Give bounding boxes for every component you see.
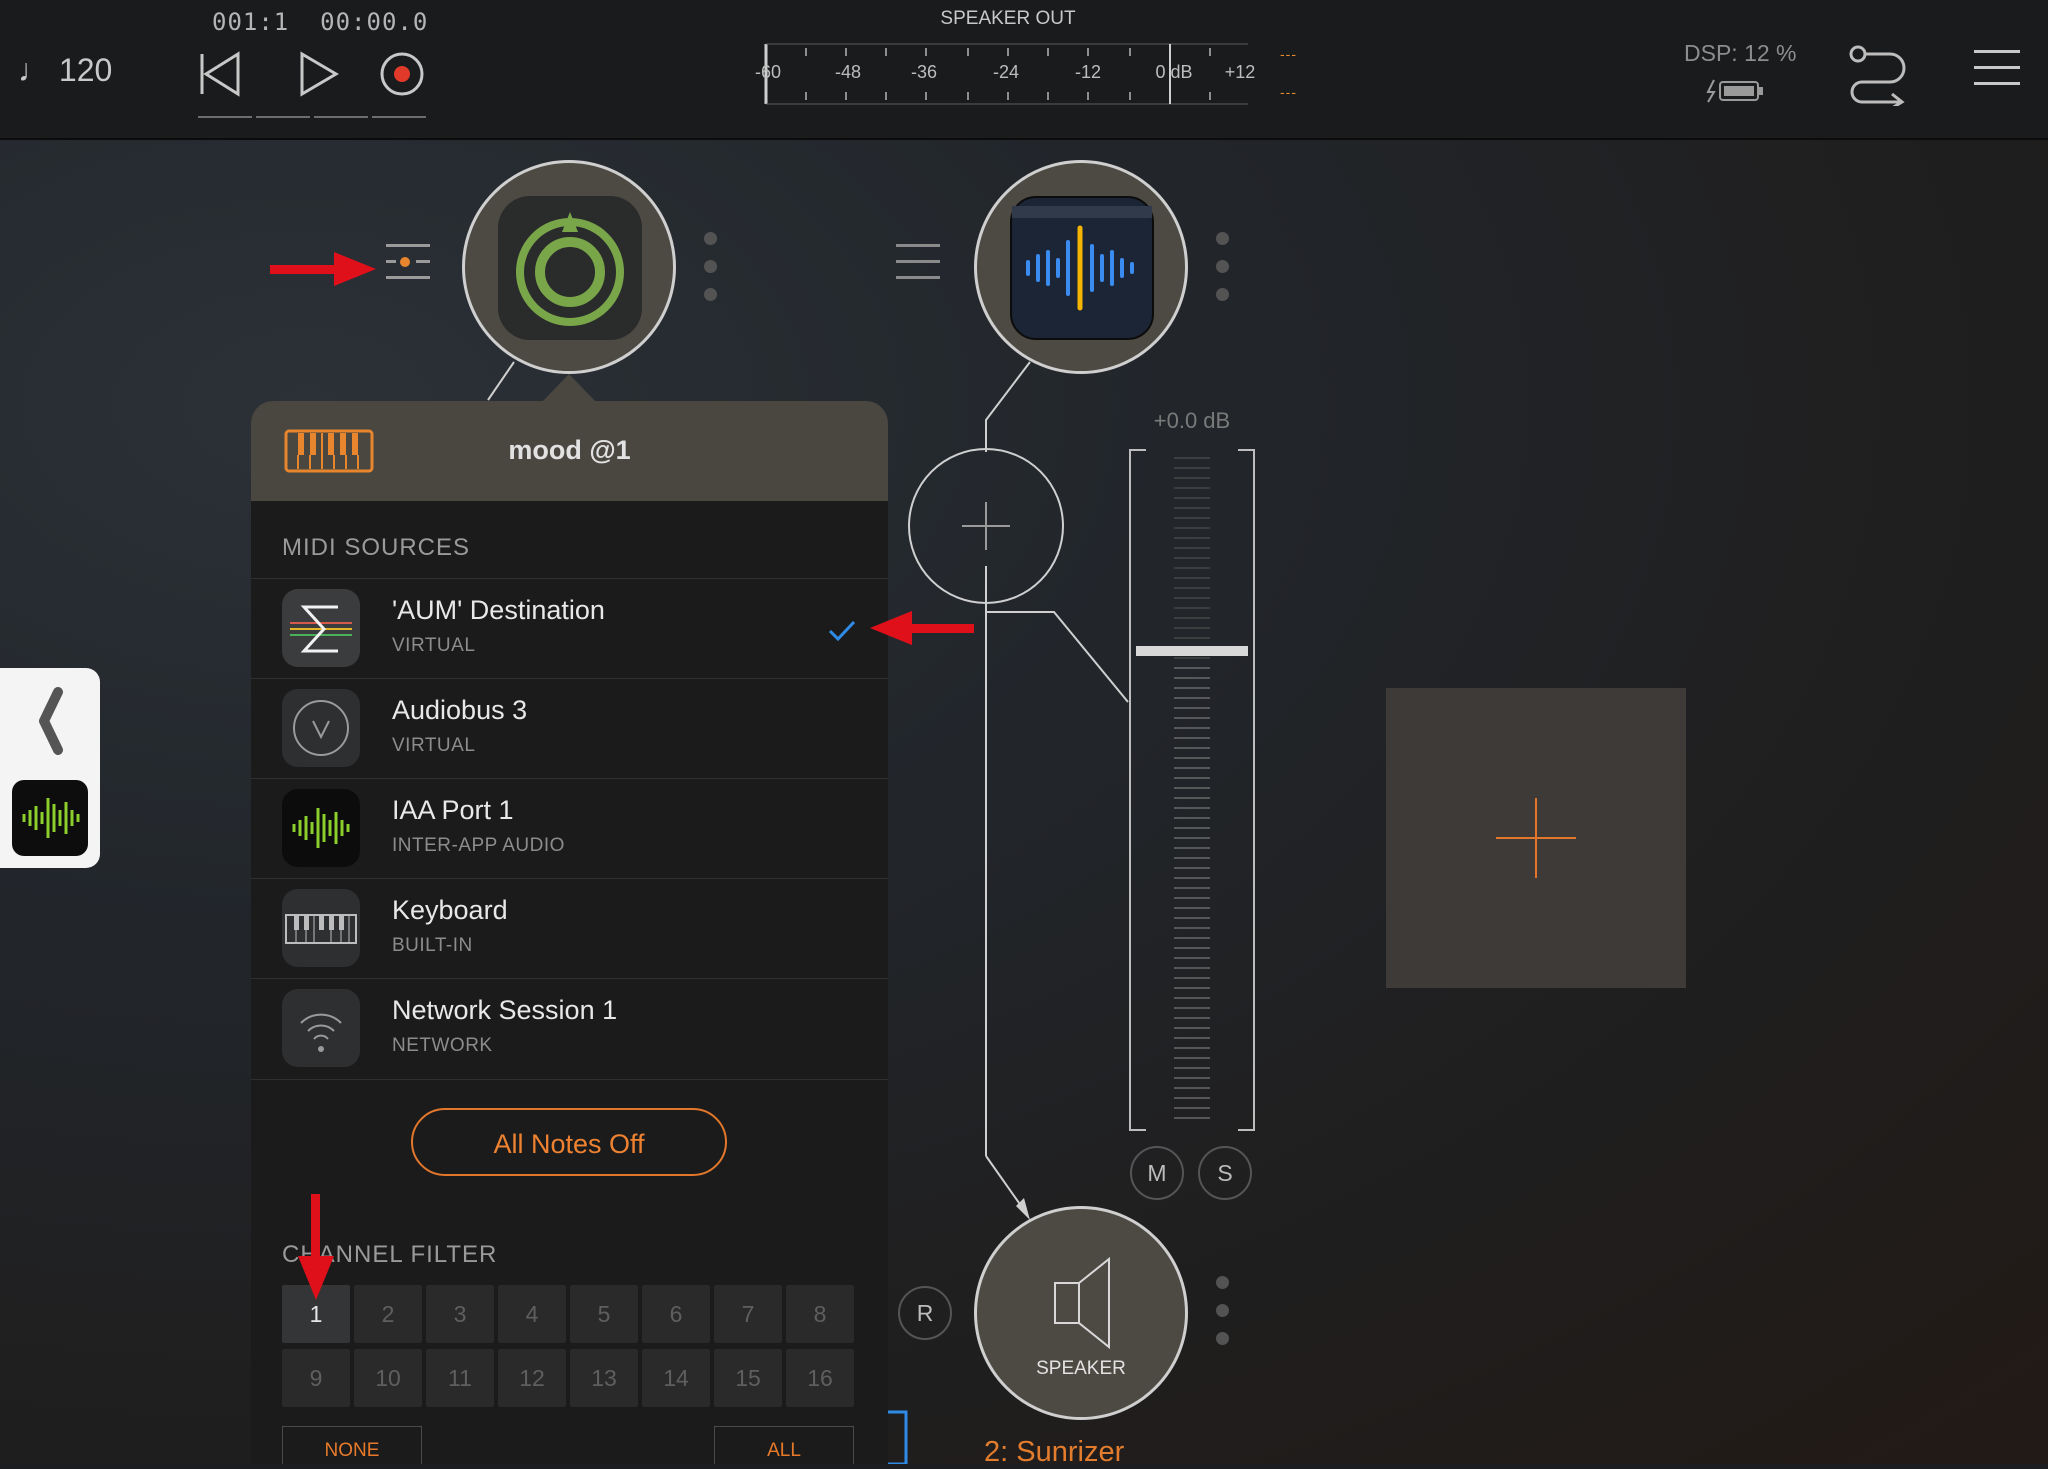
fader-track: [1129, 449, 1255, 1131]
speaker-icon: [1054, 1256, 1110, 1350]
plus-icon: [1496, 798, 1576, 878]
solo-button[interactable]: S: [1198, 1146, 1252, 1200]
mood-app-icon: [498, 196, 642, 340]
sigma-icon: [282, 589, 360, 667]
channel-11-button[interactable]: 11: [426, 1349, 494, 1407]
waveform-icon: [22, 798, 80, 838]
sunrizer-app-shortcut[interactable]: [12, 780, 88, 856]
source-type: BUILT-IN: [392, 935, 473, 956]
annotation-arrow-settings: [270, 252, 376, 286]
midi-source-row[interactable]: Network Session 1 NETWORK: [251, 978, 888, 1080]
record-channel-button[interactable]: R: [898, 1286, 952, 1340]
popover-title: mood @1: [508, 435, 631, 465]
channel-6-button[interactable]: 6: [642, 1285, 710, 1343]
channel-5-button[interactable]: 5: [570, 1285, 638, 1343]
channel-14-button[interactable]: 14: [642, 1349, 710, 1407]
fader-gain-readout: +0.0 dB: [1153, 408, 1231, 433]
plus-icon: [962, 502, 1010, 550]
add-channel-button[interactable]: [1386, 688, 1686, 988]
channel-settings-button[interactable]: [896, 244, 940, 292]
channel-16-button[interactable]: 16: [786, 1349, 854, 1407]
source-type: NETWORK: [392, 1035, 493, 1056]
volume-fader[interactable]: [1128, 448, 1256, 1132]
source-name: Network Session 1: [392, 995, 618, 1025]
channel-3-button[interactable]: 3: [426, 1285, 494, 1343]
midi-settings-button[interactable]: [386, 244, 430, 292]
source-name: 'AUM' Destination: [392, 595, 605, 625]
channel-7-button[interactable]: 7: [714, 1285, 782, 1343]
source-name: Audiobus 3: [392, 695, 528, 725]
collapse-chevron-icon[interactable]: [34, 686, 64, 756]
audiobus-icon: [282, 689, 360, 767]
channel-13-button[interactable]: 13: [570, 1349, 638, 1407]
mood-node-more-dots[interactable]: [704, 232, 718, 316]
source-name: IAA Port 1: [392, 795, 514, 825]
wifi-icon: [282, 989, 360, 1067]
waveform-icon: [282, 789, 360, 867]
speaker-label: SPEAKER: [1036, 1358, 1126, 1379]
midi-source-row[interactable]: Audiobus 3 VIRTUAL: [251, 678, 888, 779]
channel-4-button[interactable]: 4: [498, 1285, 566, 1343]
channel-15-button[interactable]: 15: [714, 1349, 782, 1407]
annotation-arrow-channel: [298, 1194, 334, 1300]
checkmark-icon: [828, 620, 856, 642]
waveform-app-icon: [1012, 206, 1152, 311]
audio-app-icon: [1010, 196, 1154, 340]
audio-node-more-dots[interactable]: [1216, 232, 1230, 316]
channel-2-button[interactable]: 2: [354, 1285, 422, 1343]
channel-9-button[interactable]: 9: [282, 1349, 350, 1407]
midi-source-row[interactable]: Keyboard BUILT-IN: [251, 878, 888, 979]
audio-app-node[interactable]: [974, 160, 1188, 374]
all-notes-off-button[interactable]: All Notes Off: [411, 1108, 727, 1176]
mute-button[interactable]: M: [1130, 1146, 1184, 1200]
annotation-arrow-source: [870, 611, 974, 645]
source-type: INTER-APP AUDIO: [392, 835, 565, 856]
app-switcher-panel: [0, 668, 100, 868]
channel-8-button[interactable]: 8: [786, 1285, 854, 1343]
channel-name-label[interactable]: 2: Sunrizer: [984, 1436, 1124, 1469]
channel-10-button[interactable]: 10: [354, 1349, 422, 1407]
speaker-output-node[interactable]: [974, 1206, 1188, 1420]
midi-source-row[interactable]: IAA Port 1 INTER-APP AUDIO: [251, 778, 888, 879]
source-type: VIRTUAL: [392, 735, 476, 756]
source-name: Keyboard: [392, 895, 508, 925]
popover-pointer: [540, 374, 598, 404]
midi-source-popover: mood @1 MIDI SOURCES 'AUM' Destination V…: [251, 401, 888, 1464]
midi-source-row[interactable]: 'AUM' Destination VIRTUAL: [251, 578, 888, 679]
channel-12-button[interactable]: 12: [498, 1349, 566, 1407]
mood-instrument-node[interactable]: [462, 160, 676, 374]
popover-header: mood @1: [251, 401, 888, 501]
channel-all-button[interactable]: ALL: [714, 1426, 854, 1464]
keyboard-icon: [282, 889, 360, 967]
source-type: VIRTUAL: [392, 635, 476, 656]
midi-sources-header: MIDI SOURCES: [282, 534, 471, 561]
speaker-node-more-dots[interactable]: [1216, 1276, 1230, 1360]
channel-none-button[interactable]: NONE: [282, 1426, 422, 1464]
mood-logo-icon: [516, 212, 624, 326]
add-effect-slot-button[interactable]: [908, 448, 1064, 604]
fader-handle[interactable]: [1136, 646, 1248, 656]
